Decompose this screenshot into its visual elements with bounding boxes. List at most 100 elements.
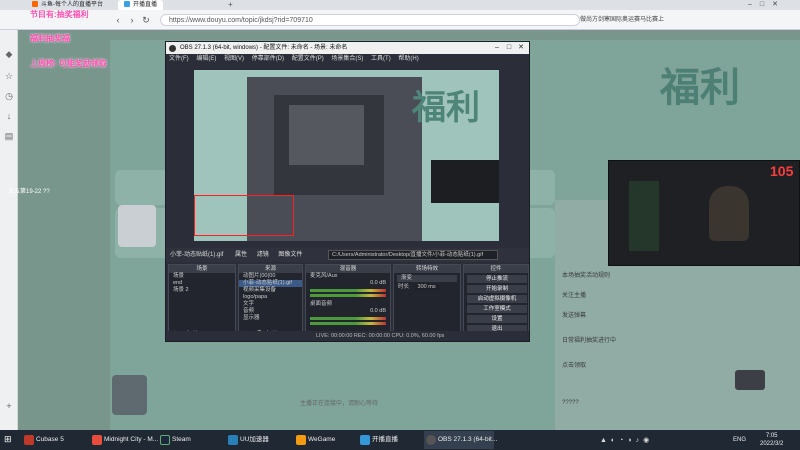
wegame-icon [296,435,306,445]
scene-item[interactable]: end [169,280,235,287]
bookmark-icon[interactable]: ◆ [3,48,15,60]
source-item[interactable]: logo/papa [239,294,302,301]
obs-titlebar: OBS 27.1.3 (64-bit, windows) - 配置文件: 未命名… [166,42,529,54]
settings-button[interactable]: 设置 [467,315,527,323]
preview-nested-screen [289,105,364,165]
controls-header: 控件 [464,265,528,273]
volume-slider[interactable] [310,294,386,297]
sources-dock: 来源 动图片(00(00 小菲-动态贴纸(1).gif 视频采集设备 logo/… [238,264,303,340]
mixer-track-name: 桌面音频 [310,301,333,307]
clock[interactable]: 7:05 2022/3/2 [760,432,783,448]
source-item[interactable]: 视频采集设备 [239,287,302,294]
cubase-icon [24,435,34,445]
taskbar-item-live[interactable]: 开播直播 [358,431,398,449]
obs-logo-icon [169,45,176,52]
source-name: 小菲-动态贴纸(1).gif [170,252,224,258]
close-icon[interactable]: ✕ [515,42,527,54]
obs-window: OBS 27.1.3 (64-bit, windows) - 配置文件: 未命名… [165,41,530,342]
browser-sidebar: ◆ ☆ ◷ ↓ ▤ + [0,30,18,430]
host-avatar[interactable] [118,205,156,247]
maximize-icon[interactable]: □ [503,42,515,54]
danmu-message: 节目有:抽奖福利 [30,10,89,19]
transition-select[interactable]: 渐变 [397,275,457,282]
star-icon[interactable]: ☆ [3,70,15,82]
refresh-icon[interactable]: ↻ [140,14,152,26]
source-item[interactable]: 动图片(00(00 [239,273,302,280]
controls-dock: 控件 停止推流 开始录制 启动虚拟摄像机 工作室模式 设置 退出 [463,264,529,340]
tray-icons[interactable]: ▲◐◔◑♪◉ [600,436,653,444]
menu-edit[interactable]: 编辑(E) [196,56,216,62]
taskbar-item-obs[interactable]: OBS 27.1.3 (64-bit... [424,431,497,449]
new-tab-button[interactable]: + [228,0,233,10]
selected-source-box[interactable] [194,195,294,236]
menu-file[interactable]: 文件(F) [169,56,189,62]
minimize-icon[interactable]: – [491,42,503,54]
christmas-tree [629,181,659,251]
taskbar-item-wegame[interactable]: WeGame [294,431,335,449]
chat-message: 本场抽奖活动规则 [562,273,611,279]
history-icon[interactable]: ◷ [3,90,15,102]
taskbar-item-uu[interactable]: UU加速器 [226,431,269,449]
file-path-field[interactable]: C:/Users/Administrator/Desktop/直播文件/小菲-动… [328,250,498,260]
studio-mode-button[interactable]: 工作室模式 [467,305,527,313]
source-item[interactable]: 音频 [239,308,302,315]
transitions-dock: 转场特效 渐变 时长 300 ms [393,264,461,340]
sources-header: 来源 [239,265,302,273]
menu-docks[interactable]: 停靠部件(D) [252,56,284,62]
tab-live[interactable]: 开播直播 [118,0,164,10]
start-icon[interactable]: ⊞ [4,434,15,445]
viewer-count-badge: 105 [770,163,794,179]
taskbar-item-steam[interactable]: Steam [158,431,191,449]
danmu-user: 五五第19-22 ?? [8,189,50,195]
back-icon[interactable]: ‹ [112,14,124,26]
scenes-dock: 场景 场景 end 场景 2 +−˄˅ [168,264,236,340]
tab-bar: 斗鱼-每个人的直播平台 开播直播 + –□✕ [0,0,800,10]
address-ad-text[interactable]: 做尚方剑寒国际奥运赛马比赛上 [580,14,664,26]
duration-label: 时长 [398,284,410,290]
stop-streaming-button[interactable]: 停止推流 [467,275,527,283]
language-indicator[interactable]: ENG [733,437,746,443]
menu-view[interactable]: 视图(V) [224,56,244,62]
volume-meter [310,317,386,320]
menu-scene-collection[interactable]: 场景集合(S) [331,56,363,62]
menu-profile[interactable]: 配置文件(P) [292,56,324,62]
url-field[interactable]: https://www.douyu.com/topic/jkdsj?rid=70… [160,14,580,26]
preview-banner-title: 福利 [412,89,480,127]
live-app-icon [360,435,370,445]
forward-icon[interactable]: › [126,14,138,26]
obs-preview[interactable]: 福利 [194,70,499,241]
download-icon[interactable]: ↓ [3,110,15,122]
properties-button[interactable]: 属性 [235,252,247,258]
volume-slider[interactable] [310,322,386,325]
start-recording-button[interactable]: 开始录制 [467,285,527,293]
stream-status-text: 主播正在连接中，请耐心等待 [300,401,379,407]
filters-button[interactable]: 滤镜 [257,252,269,258]
duration-input[interactable]: 300 ms [414,284,439,290]
source-item[interactable]: 显示器 [239,315,302,322]
taskbar-item-cubase[interactable]: Cubase 5 [22,431,64,449]
source-item[interactable]: 文字 [239,301,302,308]
menu-tools[interactable]: 工具(T) [371,56,391,62]
source-item[interactable]: 小菲-动态贴纸(1).gif [239,280,302,287]
promo-badge[interactable] [735,370,765,390]
gift-badge[interactable] [112,375,147,415]
virtual-camera-button[interactable]: 启动虚拟摄像机 [467,295,527,303]
note-icon[interactable]: ▤ [3,130,15,142]
transitions-header: 转场特效 [394,265,460,273]
mixer-track-name: 麦克风/Aux [310,273,338,279]
streamer-face [709,186,749,241]
douyu-favicon-icon [32,1,38,7]
obs-icon [426,435,436,445]
menu-help[interactable]: 帮助(H) [398,56,418,62]
obs-menu-bar: 文件(F) 编辑(E) 视图(V) 停靠部件(D) 配置文件(P) 场景集合(S… [166,54,529,64]
chat-message: ????? [562,400,579,406]
taskbar-item-music[interactable]: Midnight City - M... [90,431,158,449]
chat-message: 日常福利抽奖进行中 [562,338,617,344]
window-controls[interactable]: –□✕ [748,0,786,10]
scene-item[interactable]: 场景 2 [169,287,235,294]
mixer-track-db: 0.0 dB [370,280,386,286]
scene-item[interactable]: 场景 [169,273,235,280]
add-icon[interactable]: + [3,400,15,412]
chat-message: 关注主播 [562,293,587,299]
chat-message: 点击领取 [562,363,587,369]
